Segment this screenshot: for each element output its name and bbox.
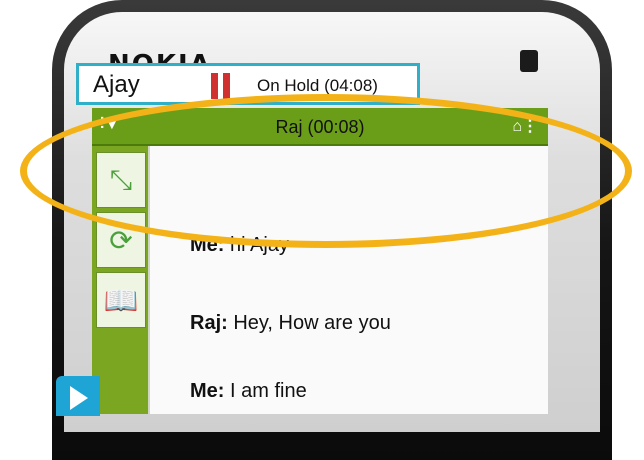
hold-status: On Hold (04:08)	[257, 76, 378, 95]
message-sender: Raj:	[190, 312, 228, 334]
chat-message: Me: I am fine	[190, 380, 307, 403]
message-text: Hey, How are you	[227, 312, 391, 334]
chat-message: Raj: Hey, How are you	[190, 312, 391, 335]
message-text: I am fine	[224, 380, 307, 402]
held-caller-name: Ajay	[93, 71, 140, 98]
message-sender: Me:	[190, 380, 225, 402]
pause-icon	[211, 73, 233, 99]
contacts-book-icon[interactable]: 📖	[96, 272, 146, 328]
earpiece	[520, 50, 538, 72]
highlight-ellipse	[20, 94, 632, 248]
call-action-button[interactable]	[56, 376, 100, 416]
